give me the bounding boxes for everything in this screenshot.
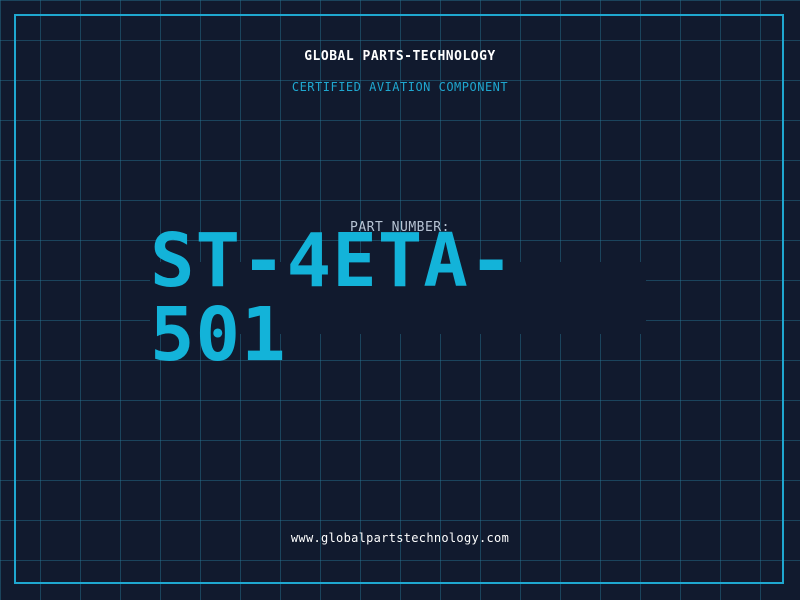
tagline: CERTIFIED AVIATION COMPONENT (291, 80, 509, 94)
part-number: ST-4ETA-501 (150, 218, 515, 378)
website-url: www.globalpartstechnology.com (290, 531, 510, 545)
brand-name: GLOBAL PARTS-TECHNOLOGY (304, 49, 496, 64)
label-canvas: GLOBAL PARTS-TECHNOLOGY CERTIFIED AVIATI… (0, 0, 800, 600)
part-number-panel: ST-4ETA-501 (150, 224, 646, 372)
